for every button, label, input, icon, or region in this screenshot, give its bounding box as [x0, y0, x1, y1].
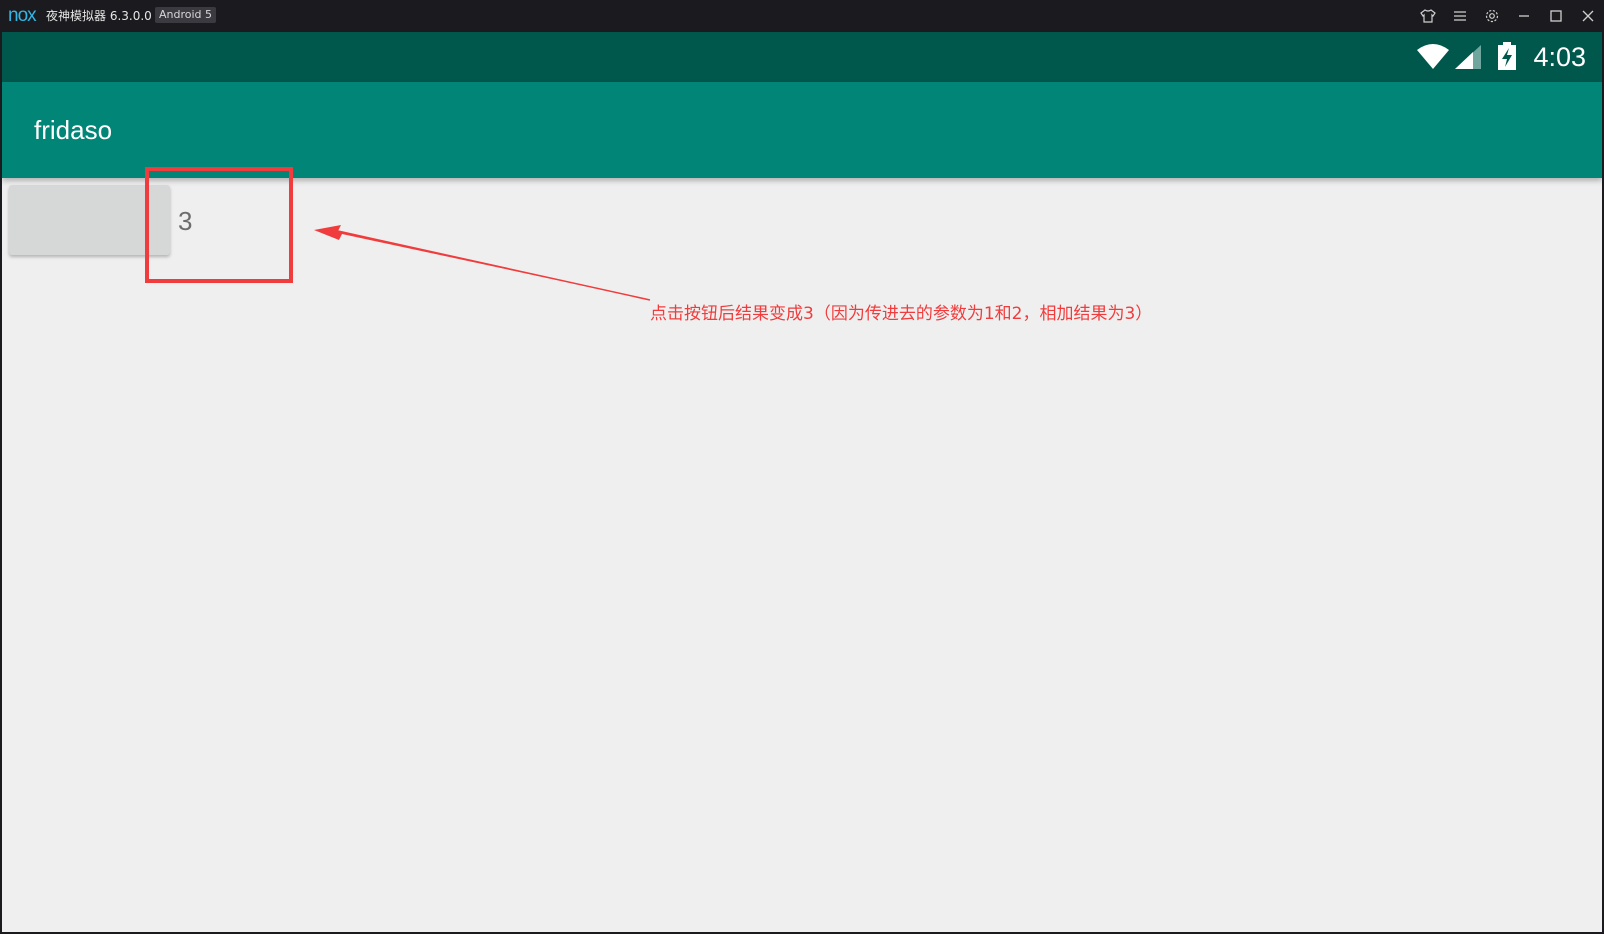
- emulator-title-bar: nox 夜神模拟器 6.3.0.0 Android 5: [0, 0, 1604, 32]
- minimize-icon[interactable]: [1514, 6, 1534, 26]
- gear-icon[interactable]: [1482, 6, 1502, 26]
- android-screen: 4:03 fridaso 3 点击按钮后结果变成3（因为传进去的参数为1和2，相…: [2, 32, 1602, 932]
- android-version-badge: Android 5: [155, 7, 217, 23]
- shirt-icon[interactable]: [1418, 6, 1438, 26]
- maximize-icon[interactable]: [1546, 6, 1566, 26]
- nox-logo: nox: [8, 5, 37, 26]
- annotation-arrow: [314, 225, 651, 301]
- emulator-title: 夜神模拟器 6.3.0.0: [46, 9, 152, 23]
- close-icon[interactable]: [1578, 6, 1598, 26]
- menu-icon[interactable]: [1450, 6, 1470, 26]
- annotation-text: 点击按钮后结果变成3（因为传进去的参数为1和2，相加结果为3）: [650, 304, 1153, 324]
